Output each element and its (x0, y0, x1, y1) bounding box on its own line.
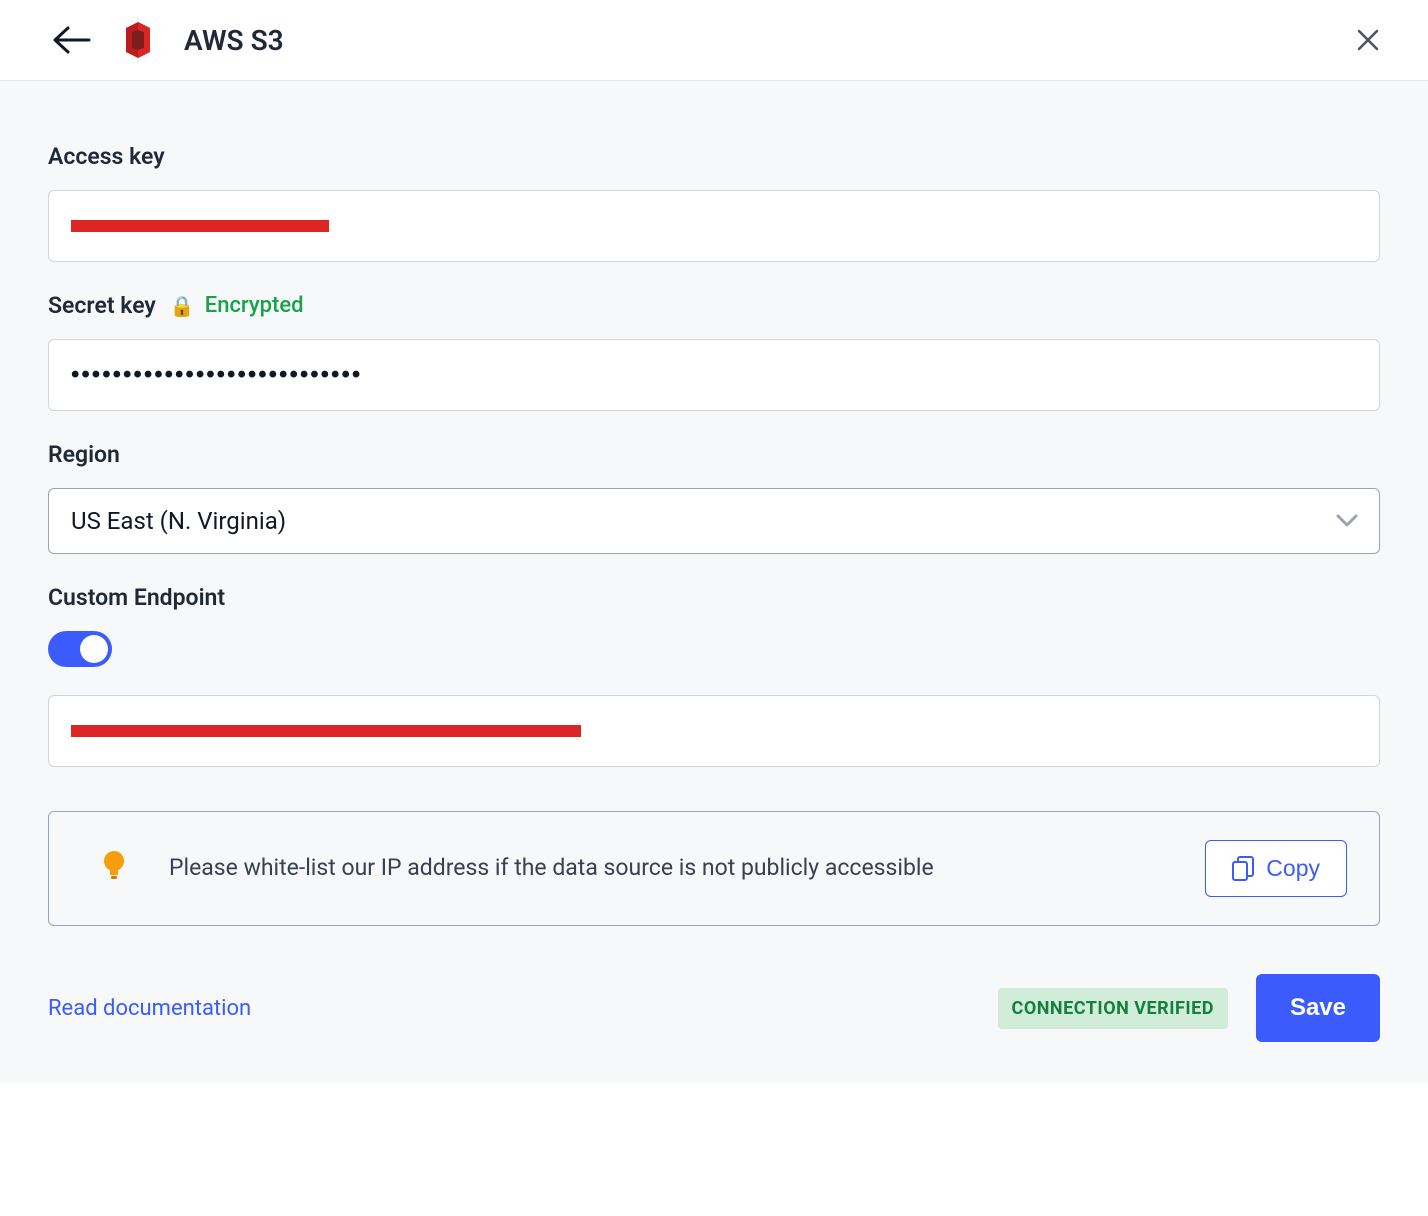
copy-button[interactable]: Copy (1205, 840, 1347, 897)
save-button[interactable]: Save (1256, 974, 1380, 1042)
read-documentation-link[interactable]: Read documentation (48, 996, 251, 1021)
secret-key-label: Secret key 🔒 Encrypted (48, 292, 1380, 319)
dialog-content: Access key Secret key 🔒 Encrypted Region… (0, 81, 1428, 1082)
dialog-header: AWS S3 (0, 0, 1428, 81)
arrow-left-icon (52, 26, 92, 54)
access-key-field: Access key (48, 143, 1380, 262)
dialog-title: AWS S3 (184, 24, 284, 57)
toggle-knob (80, 635, 108, 663)
encrypted-badge: 🔒 Encrypted (170, 293, 304, 318)
ip-whitelist-notice: Please white-list our IP address if the … (48, 811, 1380, 926)
bulb-icon (101, 850, 127, 887)
redacted-content (71, 220, 329, 232)
region-selected-value: US East (N. Virginia) (71, 507, 286, 535)
encrypted-label: Encrypted (205, 293, 304, 318)
back-button[interactable] (52, 26, 92, 54)
copy-icon (1232, 856, 1254, 882)
access-key-input[interactable] (48, 190, 1380, 262)
aws-s3-icon (120, 22, 156, 58)
dialog-footer: Read documentation CONNECTION VERIFIED S… (48, 974, 1380, 1042)
secret-key-field: Secret key 🔒 Encrypted (48, 292, 1380, 411)
custom-endpoint-field: Custom Endpoint (48, 584, 1380, 767)
lock-icon: 🔒 (170, 294, 195, 318)
header-left: AWS S3 (52, 22, 284, 58)
redacted-content (71, 725, 581, 737)
secret-key-label-text: Secret key (48, 292, 156, 319)
copy-label: Copy (1266, 855, 1320, 882)
footer-right: CONNECTION VERIFIED Save (998, 974, 1380, 1042)
access-key-label: Access key (48, 143, 1380, 170)
notice-text: Please white-list our IP address if the … (169, 851, 1163, 886)
custom-endpoint-input[interactable] (48, 695, 1380, 767)
custom-endpoint-toggle[interactable] (48, 631, 112, 667)
close-button[interactable] (1356, 28, 1380, 52)
custom-endpoint-label: Custom Endpoint (48, 584, 1380, 611)
region-select-wrap: US East (N. Virginia) (48, 488, 1380, 554)
region-field: Region US East (N. Virginia) (48, 441, 1380, 554)
region-select[interactable]: US East (N. Virginia) (48, 488, 1380, 554)
region-label: Region (48, 441, 1380, 468)
close-icon (1356, 28, 1380, 52)
secret-key-input[interactable] (48, 339, 1380, 411)
connection-status-badge: CONNECTION VERIFIED (998, 988, 1228, 1029)
